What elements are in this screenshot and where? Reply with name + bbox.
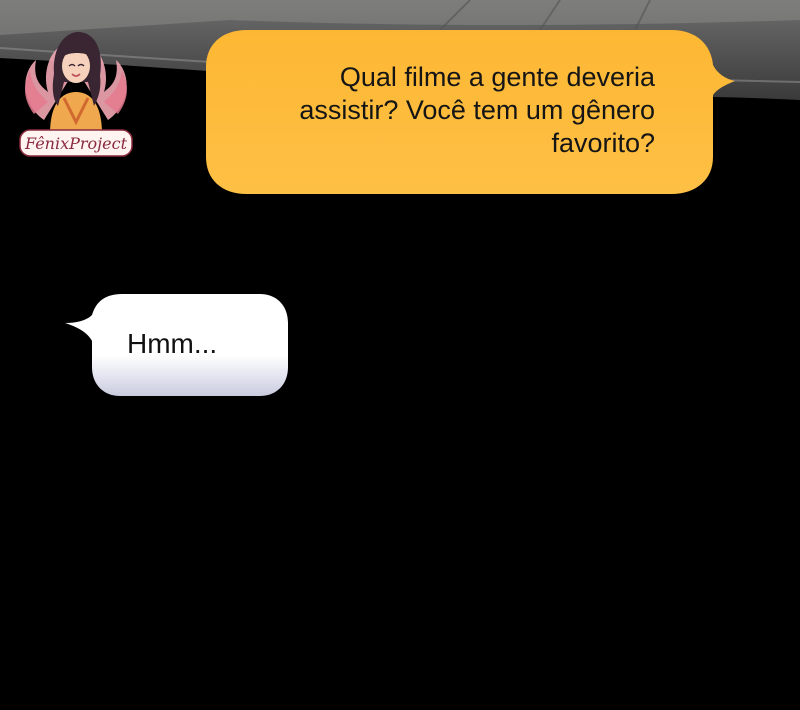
message-text-left: Hmm... [127,328,218,359]
watermark-text: FênixProject [24,134,128,153]
message-text-right: Qual filme a gente deveria assistir? Voc… [299,62,655,158]
message-bubble-right: Qual filme a gente deveria assistir? Voc… [205,29,735,195]
message-bubble-left: Hmm... [64,293,290,397]
phoenix-girl-logo: FênixProject [19,32,133,157]
